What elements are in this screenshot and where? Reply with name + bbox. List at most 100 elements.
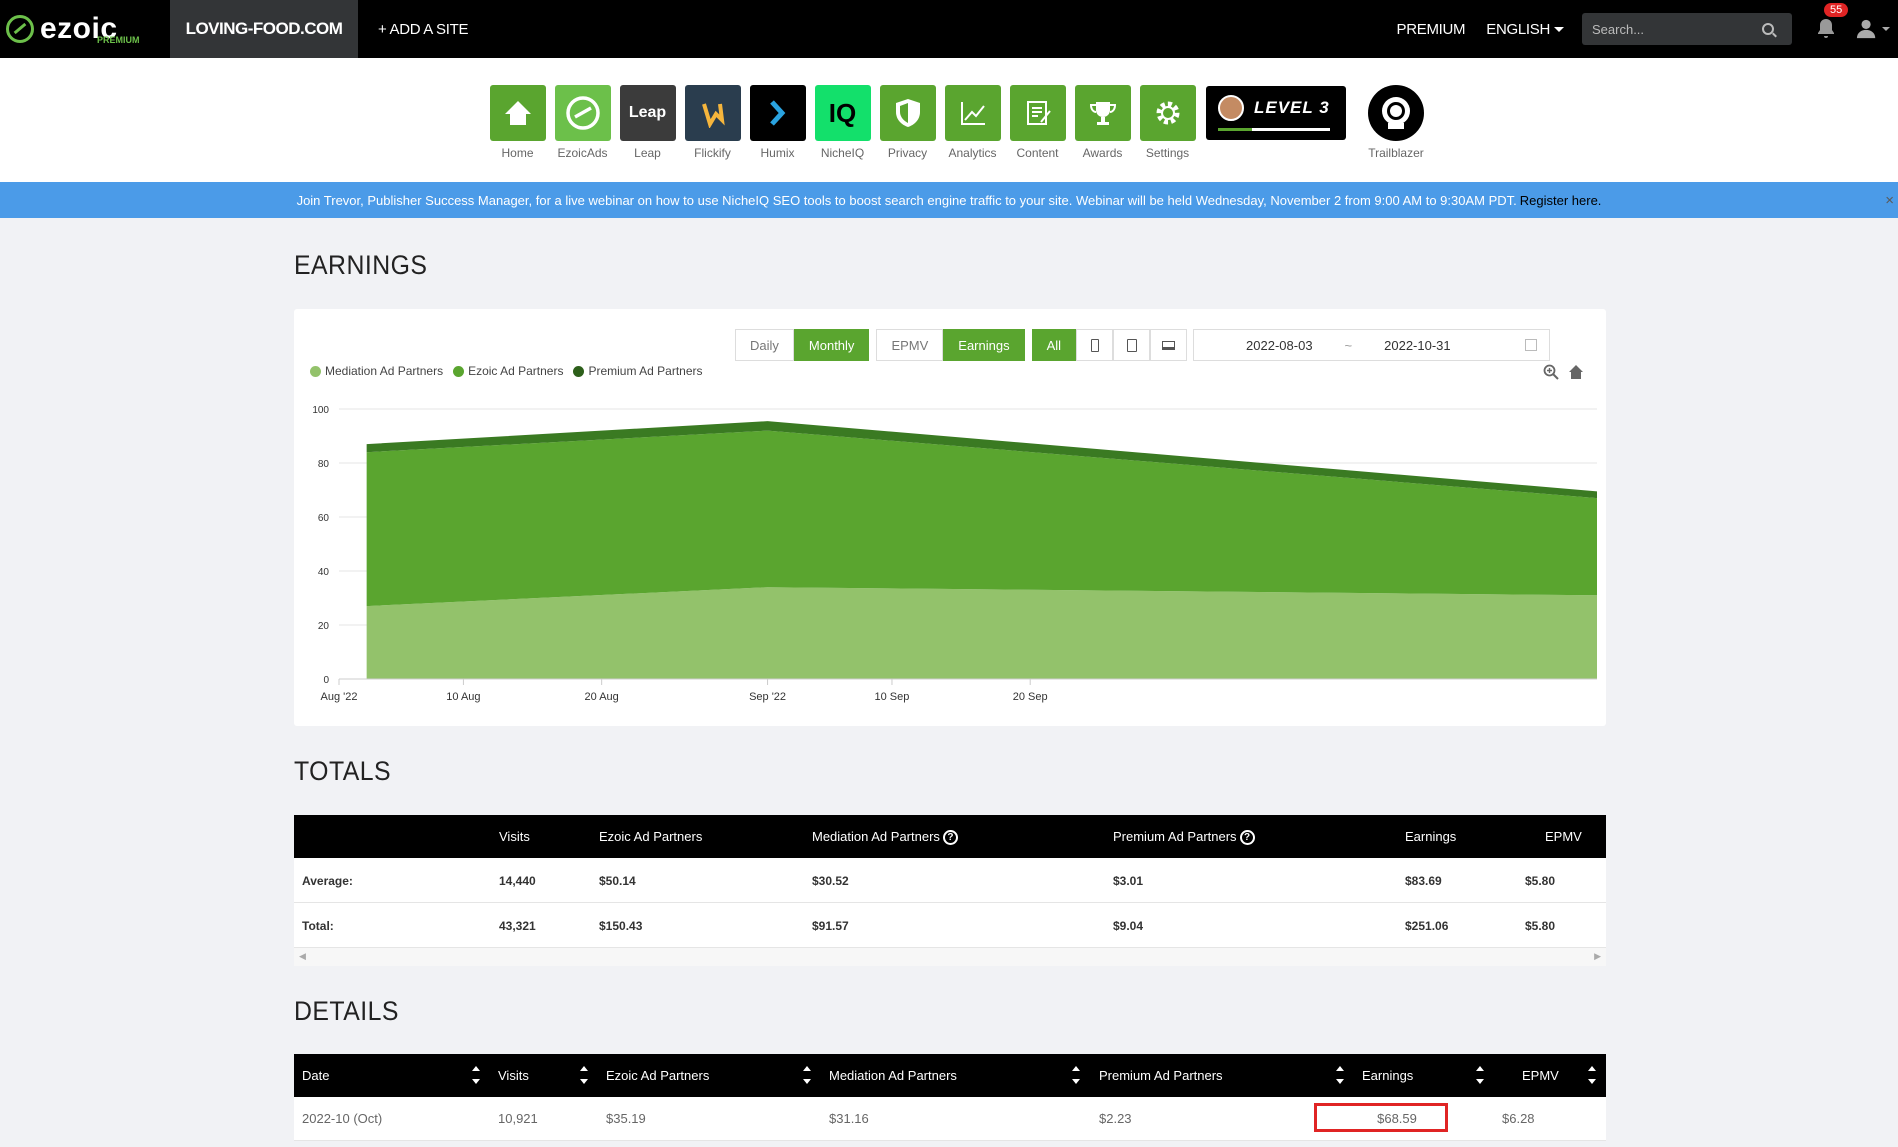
y-tick-label: 40 — [318, 567, 330, 578]
language-label: ENGLISH — [1486, 20, 1550, 38]
column-header-label: Premium Ad Partners — [1113, 829, 1237, 844]
app-settings[interactable]: Settings — [1135, 85, 1200, 160]
cell-earnings: $83.69 — [1405, 874, 1442, 888]
app-content[interactable]: Content — [1005, 85, 1070, 160]
column-header-premium[interactable]: Premium Ad Partners — [1099, 1068, 1223, 1083]
app-label: EzoicAds — [557, 146, 608, 160]
search-box[interactable] — [1582, 13, 1792, 45]
app-analytics[interactable]: Analytics — [940, 85, 1005, 160]
column-header: Visits — [499, 829, 530, 844]
search-input[interactable] — [1592, 21, 1762, 37]
cell-visits: 10,921 — [498, 1111, 538, 1126]
column-header-visits[interactable]: Visits — [498, 1068, 529, 1083]
app-privacy[interactable]: Privacy — [875, 85, 940, 160]
totals-title: TOTALS — [294, 756, 392, 786]
nicheiq-tile-text: IQ — [828, 97, 857, 128]
bell-icon — [1818, 19, 1834, 38]
apps-bar: Home EzoicAds Leap Leap Flickify Humix I… — [0, 58, 1898, 182]
cell-mediation: $31.16 — [829, 1111, 869, 1126]
cell-date: 2022-10 (Oct) — [302, 1111, 383, 1126]
banner-text: Join Trevor, Publisher Success Manager, … — [296, 192, 1517, 208]
cell-ezoic: $150.43 — [599, 919, 643, 933]
cell-epmv: $5.80 — [1525, 919, 1556, 933]
help-icon[interactable]: ? — [1239, 830, 1255, 846]
cell-visits: 14,440 — [499, 874, 536, 888]
ezoic-logo[interactable]: ezoic PREMIUM — [0, 0, 170, 58]
register-link[interactable]: Register here. — [1520, 193, 1602, 208]
leap-tile-text: Leap — [628, 104, 667, 121]
totals-table: Visits Ezoic Ad Partners Mediation Ad Pa… — [294, 815, 1606, 966]
app-leap[interactable]: Leap Leap — [615, 85, 680, 160]
column-header-date[interactable]: Date — [302, 1068, 329, 1083]
app-label: Privacy — [887, 146, 928, 160]
area-series — [366, 587, 1598, 679]
scroll-left-icon[interactable]: ◀ — [299, 951, 306, 962]
gear-icon — [1139, 85, 1196, 141]
column-header: EPMV — [1545, 829, 1582, 844]
row-label: Total: — [302, 919, 334, 933]
cell-premium: $9.04 — [1113, 919, 1144, 933]
home-icon — [489, 85, 546, 141]
sort-icon[interactable] — [472, 1066, 480, 1084]
app-label: Analytics — [948, 146, 997, 160]
app-awards[interactable]: Awards — [1070, 85, 1135, 160]
webinar-banner: Join Trevor, Publisher Success Manager, … — [0, 182, 1898, 218]
y-tick-label: 0 — [323, 675, 329, 686]
table-row: Total: 43,321 $150.43 $91.57 $9.04 $251.… — [294, 903, 1606, 948]
app-label: Awards — [1082, 146, 1123, 160]
column-header-label: Mediation Ad Partners — [812, 829, 940, 844]
premium-link[interactable]: PREMIUM — [1397, 21, 1466, 38]
shield-icon — [879, 85, 936, 141]
sort-icon[interactable] — [1588, 1066, 1596, 1084]
app-nicheiq[interactable]: IQ NicheIQ — [810, 85, 875, 160]
cell-visits: 43,321 — [499, 919, 536, 933]
chevron-down-icon — [1882, 27, 1890, 31]
sort-icon[interactable] — [803, 1066, 811, 1084]
app-label: Humix — [760, 146, 795, 160]
app-flickify[interactable]: Flickify — [680, 85, 745, 160]
astronaut-icon — [1368, 85, 1424, 141]
cell-epmv: $6.28 — [1502, 1111, 1535, 1126]
logo-subtitle: PREMIUM — [97, 35, 140, 45]
sort-icon[interactable] — [1476, 1066, 1484, 1084]
user-icon — [1856, 19, 1876, 39]
column-header: Earnings — [1405, 829, 1457, 844]
column-header-epmv[interactable]: EPMV — [1522, 1068, 1559, 1083]
column-header-ezoic[interactable]: Ezoic Ad Partners — [606, 1068, 709, 1083]
notification-badge: 55 — [1824, 3, 1849, 17]
column-header-earnings[interactable]: Earnings — [1362, 1068, 1413, 1083]
sort-icon[interactable] — [1072, 1066, 1080, 1084]
user-menu[interactable] — [1856, 17, 1890, 41]
app-home[interactable]: Home — [485, 85, 550, 160]
column-header: Mediation Ad Partners? — [812, 829, 958, 846]
help-icon[interactable]: ? — [942, 830, 958, 846]
site-selector[interactable]: LOVING-FOOD.COM — [170, 0, 358, 58]
x-tick-label: 10 Aug — [446, 691, 480, 703]
sort-icon[interactable] — [580, 1066, 588, 1084]
level-text: LEVEL 3 — [1254, 98, 1330, 117]
app-humix[interactable]: Humix — [745, 85, 810, 160]
details-title: DETAILS — [294, 996, 399, 1026]
notifications-button[interactable]: 55 — [1814, 3, 1849, 41]
scroll-right-icon[interactable]: ▶ — [1594, 951, 1601, 962]
horizontal-scrollbar[interactable]: ◀ ▶ — [294, 948, 1606, 966]
app-label: Trailblazer — [1368, 146, 1424, 160]
chevron-down-icon — [1554, 27, 1564, 33]
search-icon[interactable] — [1762, 23, 1774, 35]
app-trailblazer[interactable]: Trailblazer — [1356, 85, 1436, 160]
sort-icon[interactable] — [1336, 1066, 1344, 1084]
column-header-mediation[interactable]: Mediation Ad Partners — [829, 1068, 957, 1083]
document-icon — [1009, 85, 1066, 141]
cell-mediation: $30.52 — [812, 874, 849, 888]
add-site-link[interactable]: + ADD A SITE — [378, 21, 469, 38]
y-tick-label: 100 — [312, 405, 329, 416]
level-badge[interactable]: LEVEL 3 — [1206, 86, 1346, 140]
leap-icon: Leap — [619, 85, 676, 141]
close-icon[interactable]: × — [1885, 192, 1894, 209]
app-label: Flickify — [694, 146, 731, 160]
app-ezoicads[interactable]: EzoicAds — [550, 85, 615, 160]
language-dropdown[interactable]: ENGLISH — [1486, 21, 1564, 38]
cell-ezoic: $35.19 — [606, 1111, 646, 1126]
cell-earnings: $251.06 — [1405, 919, 1449, 933]
app-label: Home — [501, 146, 534, 160]
